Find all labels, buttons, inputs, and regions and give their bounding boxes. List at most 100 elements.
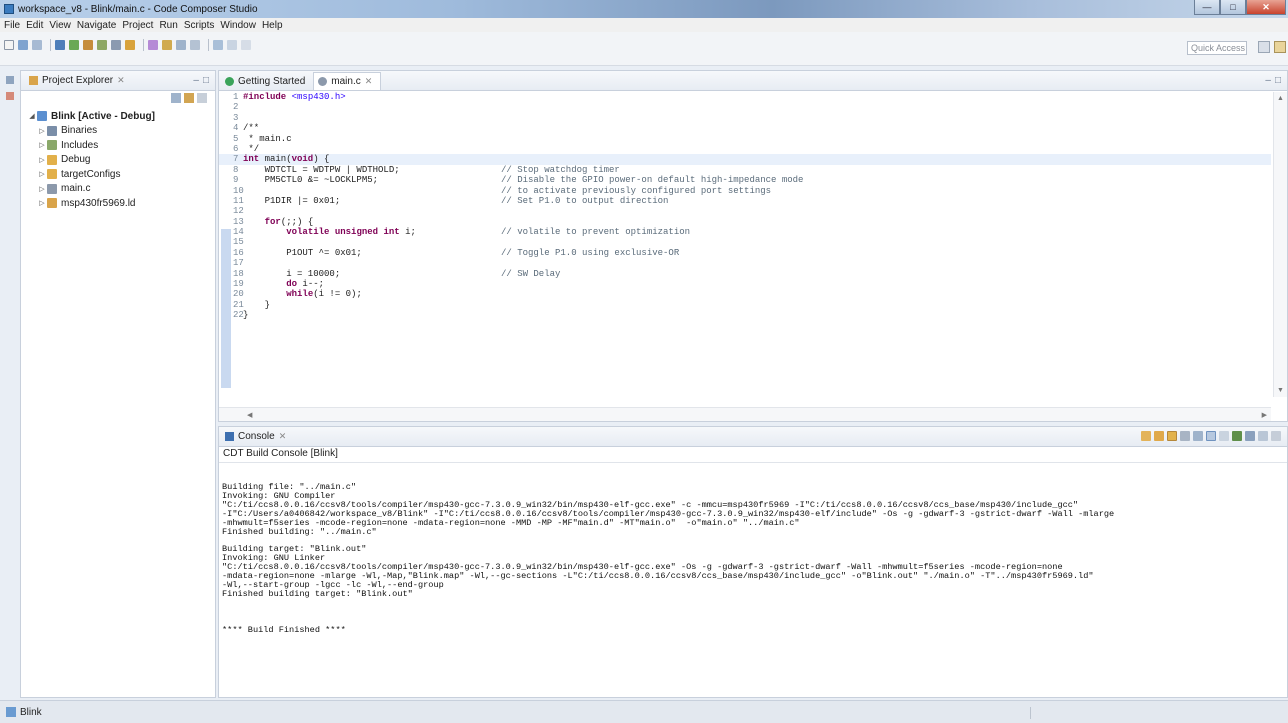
menu-scripts[interactable]: Scripts: [184, 20, 215, 31]
maximize-button[interactable]: □: [1220, 0, 1246, 15]
menu-window[interactable]: Window: [220, 20, 256, 31]
restore-icon[interactable]: [6, 76, 14, 84]
scroll-lock-icon[interactable]: [1167, 431, 1177, 441]
scroll-down-icon[interactable]: ▼: [1277, 387, 1284, 394]
tree-item-label: main.c: [61, 183, 91, 195]
view-icon[interactable]: [176, 40, 186, 50]
console-output[interactable]: Building file: "../main.c" Invoking: GNU …: [219, 465, 1287, 697]
tool-icon[interactable]: [111, 40, 121, 50]
display-selected-icon[interactable]: [1154, 431, 1164, 441]
close-icon[interactable]: ✕: [117, 75, 125, 86]
back-icon[interactable]: [213, 40, 223, 50]
editor-vertical-scrollbar[interactable]: ▲ ▼: [1273, 92, 1287, 397]
code-line: 20 while(i != 0);: [219, 289, 1271, 299]
new-icon[interactable]: [4, 40, 14, 50]
console-line: -mhwmult=f5series -mcode-region=none -md…: [222, 518, 800, 528]
tree-item[interactable]: ▷ targetConfigs: [21, 167, 215, 182]
flash-icon[interactable]: [83, 40, 93, 50]
console-line: Building target: "Blink.out": [222, 545, 367, 555]
console-toolbar: [1141, 431, 1281, 441]
console-label: Console: [238, 431, 275, 442]
console-subtitle: CDT Build Console [Blink]: [219, 447, 1287, 463]
pin-icon[interactable]: [1141, 431, 1151, 441]
open-perspective-icon[interactable]: [1258, 41, 1270, 53]
scroll-up-icon[interactable]: ▲: [1277, 95, 1284, 102]
wand-icon[interactable]: [148, 40, 158, 50]
build-icon[interactable]: [55, 40, 65, 50]
save-all-icon[interactable]: [32, 40, 42, 50]
code-text-area[interactable]: 1 #include <msp430.h> 2 3 4/** 5 * main.c 6 */…: [219, 92, 1271, 397]
open-console-icon[interactable]: [1245, 431, 1255, 441]
line-number: 17: [233, 258, 244, 269]
menu-file[interactable]: File: [4, 20, 20, 31]
link-editor-icon[interactable]: [184, 93, 194, 103]
minimize-editor-icon[interactable]: –: [1265, 75, 1271, 86]
expand-arrow-icon[interactable]: ◢: [27, 112, 37, 120]
menu-run[interactable]: Run: [159, 20, 177, 31]
menu-view[interactable]: View: [49, 20, 71, 31]
word-wrap-icon[interactable]: [1193, 431, 1203, 441]
minimize-view-icon[interactable]: –: [193, 75, 199, 86]
editor-horizontal-scrollbar[interactable]: ◀ ▶: [219, 407, 1271, 421]
editor-tab[interactable]: main.c ✕: [313, 72, 382, 90]
grid-icon[interactable]: [190, 40, 200, 50]
close-icon[interactable]: ✕: [279, 431, 287, 442]
code-comment: // Toggle P1.0 using exclusive-OR: [501, 247, 680, 258]
console-tab[interactable]: Console ✕: [219, 427, 1287, 447]
scroll-right-icon[interactable]: ▶: [1262, 411, 1267, 419]
search-icon[interactable]: [162, 40, 172, 50]
save-icon[interactable]: [18, 40, 28, 50]
close-icon[interactable]: ✕: [365, 76, 373, 87]
tree-item[interactable]: ▷ Binaries: [21, 124, 215, 139]
debug-icon[interactable]: [69, 40, 79, 50]
code-line: 11 P1DIR |= 0x01;// Set P1.0 to output d…: [219, 196, 1271, 206]
expand-arrow-icon[interactable]: ▷: [37, 199, 47, 207]
maximize-editor-icon[interactable]: □: [1275, 75, 1281, 86]
console-line: Building file: "../main.c": [222, 482, 357, 492]
minimize-button[interactable]: —: [1194, 0, 1220, 15]
code-text: volatile unsigned int i;: [286, 227, 416, 238]
expand-arrow-icon[interactable]: ▷: [37, 141, 47, 149]
collapse-all-icon[interactable]: [171, 93, 181, 103]
expand-arrow-icon[interactable]: ▷: [37, 170, 47, 178]
tree-item[interactable]: ▷ main.c: [21, 182, 215, 197]
refresh-icon[interactable]: [125, 40, 135, 50]
code-line: 22}: [219, 310, 1271, 320]
view-menu-icon[interactable]: [1271, 431, 1281, 441]
tree-item[interactable]: ▷ Debug: [21, 153, 215, 168]
project-explorer-tab[interactable]: Project Explorer ✕ – □: [21, 71, 215, 91]
menu-help[interactable]: Help: [262, 20, 283, 31]
expand-arrow-icon[interactable]: ▷: [37, 156, 47, 164]
menu-navigate[interactable]: Navigate: [77, 20, 116, 31]
line-number: 3: [233, 112, 239, 123]
copy-icon[interactable]: [1219, 431, 1229, 441]
maximize-view-icon[interactable]: □: [203, 75, 209, 86]
tree-item[interactable]: ◢ Blink [Active - Debug]: [21, 109, 215, 124]
history-icon[interactable]: [241, 40, 251, 50]
menu-edit[interactable]: Edit: [26, 20, 43, 31]
editor-view-controls: – □: [1265, 75, 1281, 86]
minimized-view-icon[interactable]: [6, 92, 14, 100]
new-console-icon[interactable]: [1232, 431, 1242, 441]
menu-project[interactable]: Project: [122, 20, 153, 31]
clear-console-icon[interactable]: [1180, 431, 1190, 441]
close-window-button[interactable]: ✕: [1246, 0, 1286, 15]
expand-arrow-icon[interactable]: ▷: [37, 127, 47, 135]
editor-tab[interactable]: Getting Started: [221, 72, 313, 90]
tree-item[interactable]: ▷ Includes: [21, 138, 215, 153]
show-console-icon[interactable]: [1206, 431, 1216, 441]
ccs-edit-perspective-icon[interactable]: [1274, 41, 1286, 53]
console-dropdown-icon[interactable]: [1258, 431, 1268, 441]
status-bar: Blink: [0, 700, 1288, 723]
forward-icon[interactable]: [227, 40, 237, 50]
code-line: 15: [219, 237, 1271, 247]
view-menu-icon[interactable]: [197, 93, 207, 103]
scroll-left-icon[interactable]: ◀: [247, 411, 252, 419]
expand-arrow-icon[interactable]: ▷: [37, 185, 47, 193]
tree-item[interactable]: ▷ msp430fr5969.ld: [21, 196, 215, 211]
quick-access-input[interactable]: Quick Access: [1187, 41, 1247, 55]
run-icon[interactable]: [97, 40, 107, 50]
